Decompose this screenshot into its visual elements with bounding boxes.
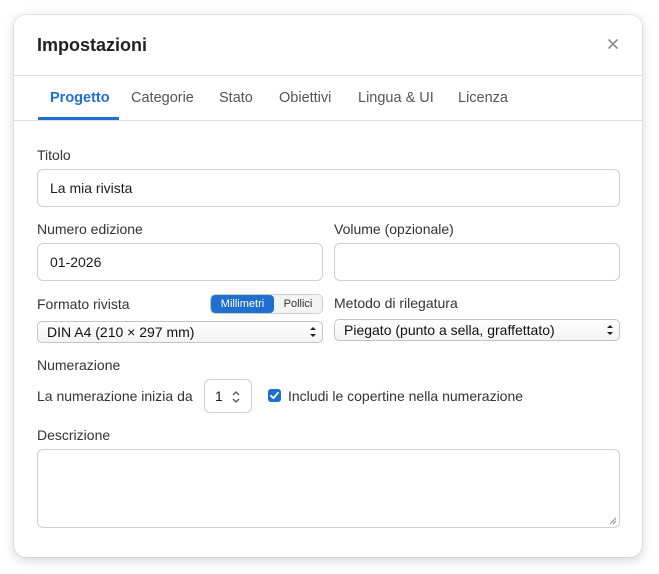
- active-tab-indicator: [38, 117, 119, 120]
- unit-option-pollici[interactable]: Pollici: [274, 295, 322, 313]
- dialog-header: Impostazioni: [14, 15, 642, 76]
- tab-lingua-ui[interactable]: Lingua & UI: [358, 90, 434, 106]
- resize-handle-icon[interactable]: [609, 517, 617, 525]
- dialog-title: Impostazioni: [37, 35, 148, 55]
- numbering-start-label: La numerazione inizia da: [37, 388, 193, 404]
- stepper-arrows-icon[interactable]: [230, 389, 242, 405]
- include-covers-checkbox[interactable]: [268, 389, 281, 402]
- chevron-up-down-icon: [310, 327, 316, 337]
- tab-progetto[interactable]: Progetto: [50, 90, 110, 106]
- tab-licenza[interactable]: Licenza: [458, 90, 508, 106]
- binding-select-value: Piegato (punto a sella, graffettato): [344, 322, 555, 338]
- description-label: Descrizione: [37, 427, 111, 443]
- chevron-up-down-icon: [607, 325, 613, 335]
- numbering-start-stepper[interactable]: 1: [204, 379, 252, 413]
- check-icon: [270, 391, 279, 400]
- volume-input[interactable]: [334, 243, 620, 281]
- format-select-value: DIN A4 (210 × 297 mm): [47, 324, 195, 340]
- binding-select[interactable]: Piegato (punto a sella, graffettato): [334, 319, 620, 341]
- tab-categorie[interactable]: Categorie: [131, 90, 194, 106]
- close-button[interactable]: [604, 35, 622, 53]
- title-label: Titolo: [37, 147, 71, 163]
- title-input[interactable]: La mia rivista: [37, 169, 620, 207]
- issue-number-input[interactable]: 01-2026: [37, 243, 323, 281]
- format-label: Formato rivista: [37, 296, 130, 312]
- format-select[interactable]: DIN A4 (210 × 297 mm): [37, 321, 323, 343]
- tab-stato[interactable]: Stato: [219, 90, 253, 106]
- close-icon: [608, 39, 618, 49]
- numbering-heading: Numerazione: [37, 357, 121, 373]
- settings-dialog: Impostazioni Progetto Categorie Stato Ob…: [14, 15, 642, 557]
- issue-number-label: Numero edizione: [37, 221, 143, 237]
- binding-label: Metodo di rilegatura: [334, 295, 458, 311]
- tab-obiettivi[interactable]: Obiettivi: [279, 90, 331, 106]
- include-covers-label[interactable]: Includi le copertine nella numerazione: [288, 388, 523, 404]
- unit-option-millimetri[interactable]: Millimetri: [211, 295, 274, 313]
- volume-label: Volume (opzionale): [334, 221, 454, 237]
- description-textarea[interactable]: [37, 449, 620, 528]
- numbering-start-value: 1: [215, 388, 223, 404]
- unit-segmented-control: Millimetri Pollici: [210, 294, 323, 314]
- tab-bar: Progetto Categorie Stato Obiettivi Lingu…: [14, 76, 642, 121]
